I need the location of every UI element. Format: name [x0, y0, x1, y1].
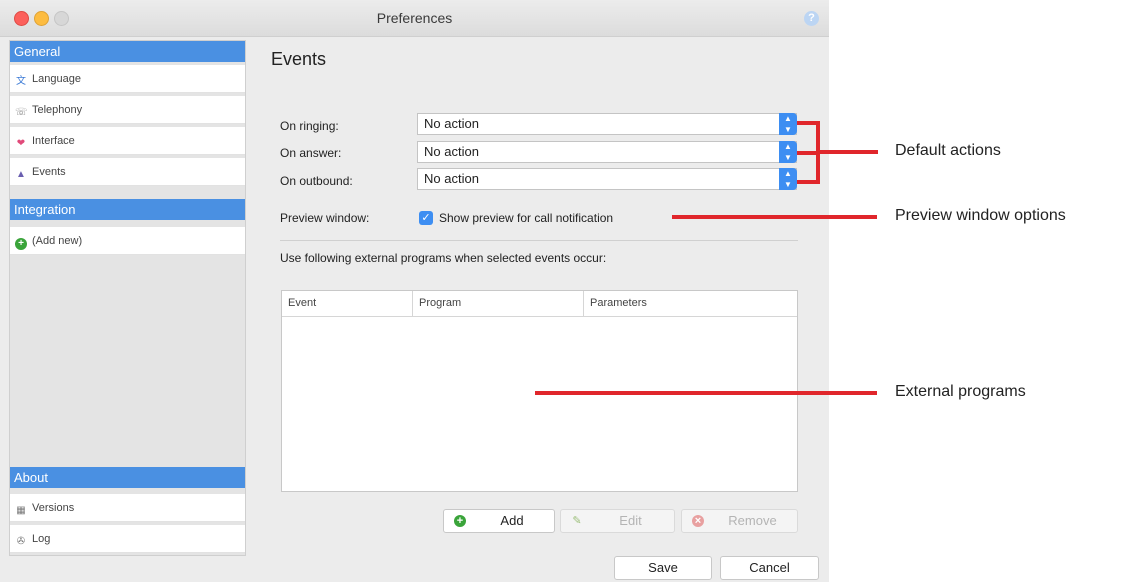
help-icon[interactable]: ?	[804, 11, 819, 26]
remove-button[interactable]: × Remove	[681, 509, 798, 533]
on-ringing-select[interactable]: No action ▲ ▼	[417, 113, 797, 135]
annotation-preview-options: Preview window options	[895, 207, 1066, 224]
versions-icon: ▦	[16, 505, 26, 516]
sidebar-item-language[interactable]: 文 Language	[10, 65, 245, 93]
on-outbound-value: No action	[424, 171, 479, 186]
telephony-icon: ☏	[15, 107, 28, 118]
column-header-program[interactable]: Program	[412, 291, 583, 316]
annotation-line	[535, 391, 877, 395]
events-icon: ▲	[16, 169, 26, 180]
table-header: Event Program Parameters	[282, 291, 797, 317]
sidebar-item-versions[interactable]: ▦ Versions	[10, 494, 245, 522]
sidebar-item-label: Language	[32, 73, 81, 85]
sidebar-item-label: Events	[32, 166, 66, 178]
sidebar-item-log[interactable]: ✇ Log	[10, 525, 245, 553]
sidebar: General 文 Language ☏ Telephony ❤ Interface …	[9, 40, 246, 556]
sidebar-item-label: Interface	[32, 135, 75, 147]
sidebar-header-general[interactable]: General	[10, 41, 245, 62]
annotation-default-actions: Default actions	[895, 142, 1001, 159]
updown-arrows-icon: ▲ ▼	[779, 141, 797, 163]
external-programs-text: Use following external programs when sel…	[280, 251, 607, 265]
sidebar-header-about[interactable]: About	[10, 467, 245, 488]
sidebar-item-telephony[interactable]: ☏ Telephony	[10, 96, 245, 124]
on-answer-value: No action	[424, 144, 479, 159]
sidebar-item-interface[interactable]: ❤ Interface	[10, 127, 245, 155]
checkmark-icon: ✓	[421, 212, 431, 224]
sidebar-item-label: Versions	[32, 502, 75, 514]
annotation-line	[672, 215, 877, 219]
save-button[interactable]: Save	[614, 556, 712, 580]
language-icon: 文	[16, 76, 26, 87]
add-button[interactable]: + Add	[443, 509, 555, 533]
cancel-button[interactable]: Cancel	[720, 556, 819, 580]
edit-button[interactable]: ✎ Edit	[560, 509, 675, 533]
updown-arrows-icon: ▲ ▼	[779, 168, 797, 190]
annotation-external-programs: External programs	[895, 383, 1026, 400]
sidebar-item-label: (Add new)	[32, 235, 83, 247]
interface-icon: ❤	[16, 138, 26, 149]
page-title: Events	[271, 49, 327, 69]
divider	[280, 240, 798, 241]
updown-arrows-icon: ▲ ▼	[779, 113, 797, 135]
preview-checkbox[interactable]: ✓	[419, 211, 433, 225]
on-answer-select[interactable]: No action ▲ ▼	[417, 141, 797, 163]
sidebar-item-label: Log	[32, 533, 51, 545]
sidebar-item-add-new[interactable]: + (Add new)	[10, 227, 245, 255]
preview-checkbox-label[interactable]: Show preview for call notification	[439, 211, 613, 225]
preview-window-label: Preview window:	[280, 211, 370, 225]
on-answer-label: On answer:	[280, 146, 342, 160]
sidebar-item-events[interactable]: ▲ Events	[10, 158, 245, 186]
sidebar-header-integration[interactable]: Integration	[10, 199, 245, 220]
add-icon: +	[15, 238, 27, 250]
on-ringing-label: On ringing:	[280, 119, 339, 133]
on-outbound-select[interactable]: No action ▲ ▼	[417, 168, 797, 190]
on-outbound-label: On outbound:	[280, 174, 353, 188]
annotation-line	[816, 150, 878, 154]
title-bar: Preferences ?	[0, 0, 829, 37]
sidebar-item-label: Telephony	[32, 104, 83, 116]
column-header-event[interactable]: Event	[282, 291, 412, 316]
on-ringing-value: No action	[424, 116, 479, 131]
log-icon: ✇	[16, 536, 26, 547]
column-header-parameters[interactable]: Parameters	[583, 291, 797, 316]
preferences-window: Preferences ? General 文 Language ☏ Telepho…	[0, 0, 829, 582]
window-title: Preferences	[376, 10, 453, 26]
